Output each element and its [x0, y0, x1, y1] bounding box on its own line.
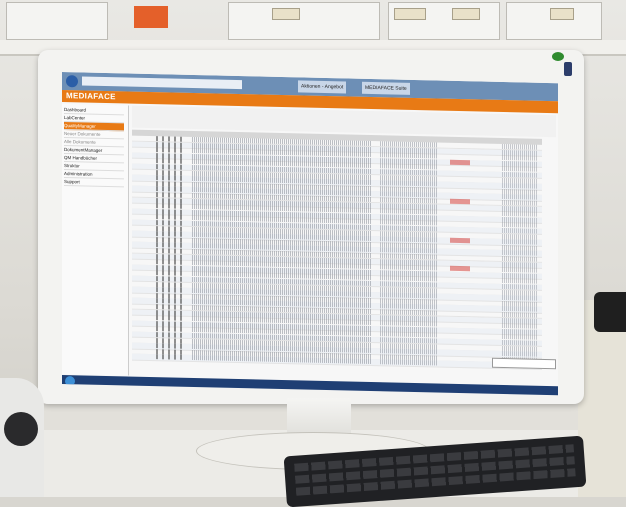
- page-size-select: [492, 357, 556, 370]
- monitor-side-button: [564, 62, 572, 76]
- bin-label: [394, 8, 426, 20]
- table-cell-highlight: [450, 237, 470, 244]
- table-cell: [380, 359, 438, 366]
- storage-bin: [6, 2, 108, 40]
- eye-icon: [552, 52, 564, 61]
- bin-label: [550, 8, 574, 20]
- orange-label: [134, 6, 168, 28]
- app-logo: MEDIAFACE: [66, 91, 116, 102]
- bin-label: [452, 8, 480, 20]
- browser-tab: MEDIAFACE Suite: [362, 81, 410, 95]
- printer-cover: [594, 292, 626, 332]
- back-icon: [66, 75, 78, 88]
- table-cell-highlight: [450, 198, 470, 205]
- scanner-window: [4, 412, 38, 446]
- sidebar-item[interactable]: Support: [64, 178, 124, 188]
- table-cell-highlight: [450, 159, 470, 166]
- document-table: [132, 135, 542, 375]
- table-cell-highlight: [450, 265, 470, 272]
- monitor-screen: Aktionen - Angebot MEDIAFACE Suite MEDIA…: [62, 72, 558, 396]
- storage-bin: [228, 2, 380, 40]
- bin-label: [272, 8, 300, 20]
- table-cell: [156, 354, 186, 361]
- browser-tab: Aktionen - Angebot: [298, 80, 347, 94]
